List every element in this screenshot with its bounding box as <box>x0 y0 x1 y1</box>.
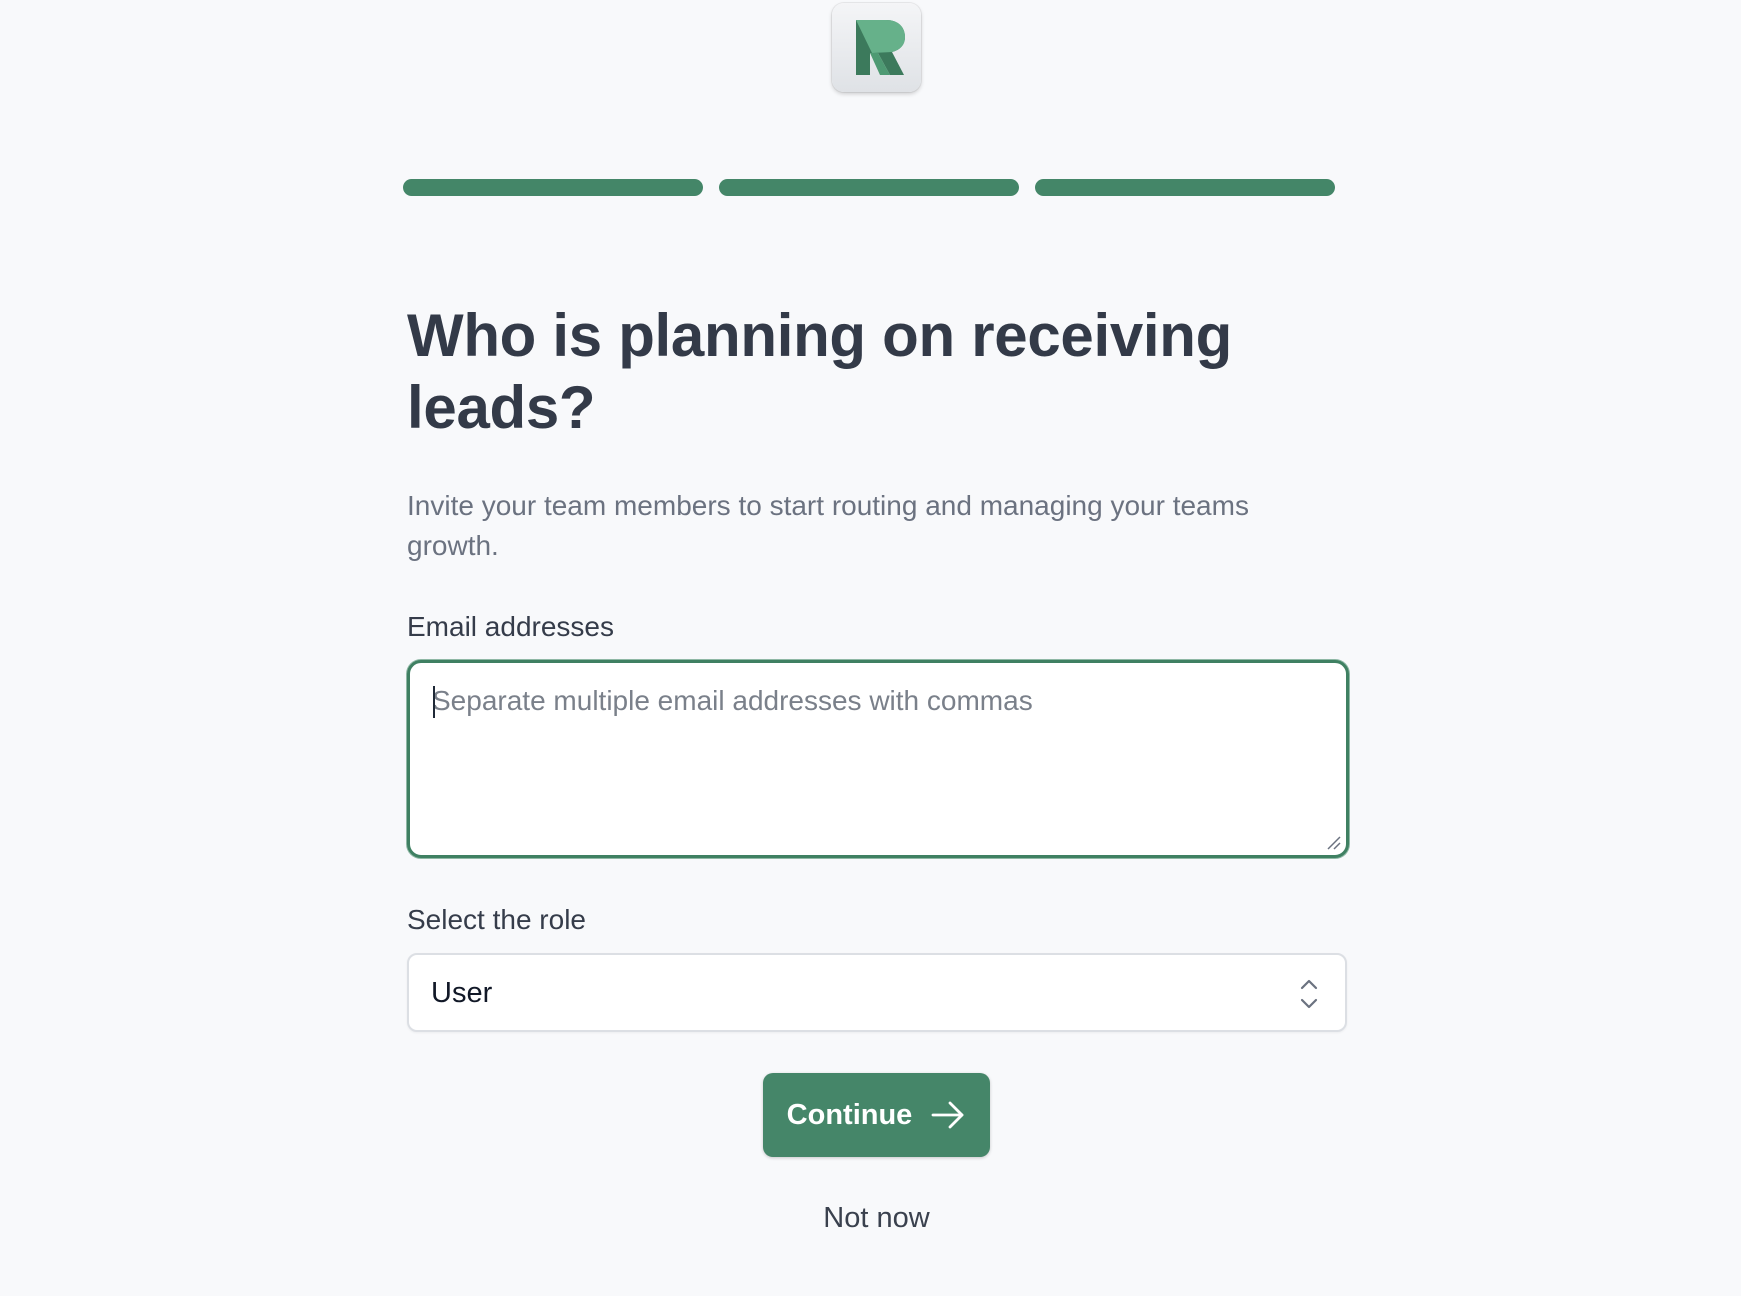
progress-bar <box>403 179 1335 196</box>
role-label: Select the role <box>407 904 586 935</box>
email-addresses-input[interactable] <box>407 660 1349 858</box>
resize-handle-icon[interactable] <box>1325 834 1341 850</box>
email-label: Email addresses <box>407 611 614 642</box>
continue-button-label: Continue <box>786 1098 913 1131</box>
text-caret <box>433 686 435 718</box>
app-logo <box>832 3 921 92</box>
progress-step-2 <box>719 179 1019 196</box>
page-title: Who is planning on receiving leads? <box>407 302 1232 441</box>
page-subtitle: Invite your team members to start routin… <box>407 490 1249 561</box>
role-select[interactable]: User <box>407 953 1347 1032</box>
arrow-right-icon <box>931 1101 964 1129</box>
not-now-link[interactable]: Not now <box>760 1198 993 1238</box>
onboarding-page: Who is planning on receiving leads? Invi… <box>0 0 1741 1296</box>
progress-step-1 <box>403 179 703 196</box>
role-select-value: User <box>431 977 493 1009</box>
r-logo-icon <box>856 20 905 75</box>
chevron-up-down-icon <box>1300 979 1318 1009</box>
progress-step-3 <box>1035 179 1335 196</box>
invite-form: Who is planning on receiving leads? Invi… <box>407 300 1349 1032</box>
continue-button[interactable]: Continue <box>763 1073 990 1157</box>
email-field-wrapper <box>407 660 1349 858</box>
